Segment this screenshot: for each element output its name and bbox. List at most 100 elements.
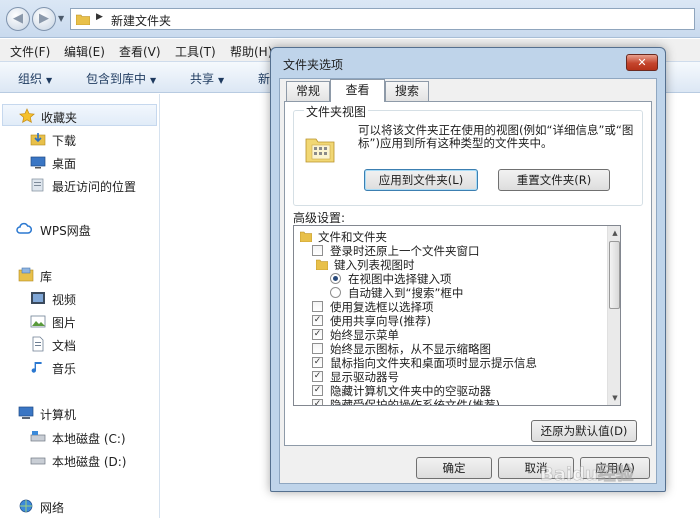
scroll-up-arrow-icon[interactable]: ▲	[608, 226, 620, 240]
library-icon	[18, 267, 34, 282]
advanced-settings-label: 高级设置:	[293, 211, 346, 225]
close-button[interactable]: ✕	[626, 54, 658, 71]
folder-icon	[316, 259, 328, 270]
menu-help[interactable]: 帮助(H)	[230, 43, 272, 60]
nav-music[interactable]: 音乐	[0, 356, 160, 378]
close-icon: ✕	[637, 56, 647, 69]
watermark-text: Baidu经验	[540, 463, 635, 485]
tab-search[interactable]: 搜索	[385, 81, 429, 101]
menu-file[interactable]: 文件(F)	[10, 43, 50, 60]
advanced-setting-label: 文件和文件夹	[318, 230, 387, 244]
nav-local-disk-d[interactable]: 本地磁盘 (D:)	[0, 449, 160, 471]
nav-label: 库	[40, 270, 53, 284]
hard-drive-icon	[30, 431, 46, 442]
folder-views-icon	[305, 138, 335, 163]
nav-network[interactable]: 网络	[0, 495, 160, 517]
arrow-left-icon: ◀	[13, 11, 23, 26]
advanced-settings-list[interactable]: 文件和文件夹 登录时还原上一个文件夹窗口 键入列表视图时 在视图中选择键入项 自动键入到…	[293, 225, 621, 406]
nav-local-disk-c[interactable]: 本地磁盘 (C:)	[0, 426, 160, 448]
forward-button[interactable]: ▶	[32, 7, 56, 31]
advanced-setting-label: 始终显示菜单	[330, 328, 399, 342]
nav-downloads[interactable]: 下载	[0, 128, 160, 150]
checkbox-checked[interactable]: ✓	[312, 329, 323, 340]
checkbox-checked[interactable]: ✓	[312, 357, 323, 368]
advanced-setting-label: 鼠标指向文件夹和桌面项时显示提示信息	[330, 356, 537, 370]
radio-unselected[interactable]	[330, 287, 341, 298]
advanced-setting-label: 在视图中选择键入项	[348, 272, 452, 286]
download-folder-icon	[30, 133, 46, 146]
nav-desktop[interactable]: 桌面	[0, 151, 160, 173]
breadcrumb-current[interactable]: 新建文件夹	[111, 12, 171, 29]
checkbox-unchecked[interactable]	[312, 343, 323, 354]
share-label: 共享	[190, 72, 215, 86]
apply-to-folders-button[interactable]: 应用到文件夹(L)	[364, 169, 478, 191]
desktop-icon	[30, 156, 46, 169]
folder-icon	[300, 231, 312, 242]
nav-label: 视频	[52, 293, 77, 307]
arrow-right-icon: ▶	[39, 11, 49, 26]
nav-label: 本地磁盘 (D:)	[52, 455, 127, 469]
restore-defaults-button[interactable]: 还原为默认值(D)	[531, 420, 637, 442]
hard-drive-icon	[30, 457, 46, 465]
reset-folders-button[interactable]: 重置文件夹(R)	[498, 169, 610, 191]
folder-views-group: 文件夹视图 可以将该文件夹正在使用的视图(例如“详细信息”或“图标”)应用到所有…	[293, 103, 643, 206]
folder-icon	[76, 14, 90, 25]
include-in-library-button[interactable]: 包含到库中 ▼	[86, 70, 156, 87]
new-folder-button[interactable]: 新	[258, 70, 270, 87]
advanced-setting-label: 键入列表视图时	[334, 258, 415, 272]
ok-button[interactable]: 确定	[416, 457, 492, 479]
chevron-down-icon: ▼	[150, 76, 157, 85]
checkbox-checked[interactable]: ✓	[312, 371, 323, 382]
picture-icon	[30, 315, 46, 328]
nav-label: 桌面	[52, 157, 77, 171]
recent-pages-dropdown-icon[interactable]: ▼	[58, 14, 68, 24]
recent-places-icon	[31, 178, 44, 192]
checkbox-checked[interactable]: ✓	[312, 399, 323, 405]
nav-computer[interactable]: 计算机	[0, 402, 160, 424]
checkbox-checked[interactable]: ✓	[312, 315, 323, 326]
organize-button[interactable]: 组织 ▼	[18, 70, 52, 87]
nav-videos[interactable]: 视频	[0, 287, 160, 309]
organize-label: 组织	[18, 72, 43, 86]
network-icon	[19, 499, 33, 513]
scroll-down-arrow-icon[interactable]: ▼	[608, 391, 620, 405]
nav-favorites[interactable]: 收藏夹	[2, 104, 157, 126]
nav-label: 文档	[52, 339, 77, 353]
checkbox-unchecked[interactable]	[312, 245, 323, 256]
vertical-scrollbar[interactable]: ▲ ▼	[607, 226, 620, 405]
address-bar-area: ◀ ▶ ▼ ▶ 新建文件夹	[0, 0, 700, 38]
nav-label: 计算机	[40, 408, 77, 422]
nav-label: 本地磁盘 (C:)	[52, 432, 126, 446]
nav-pictures[interactable]: 图片	[0, 310, 160, 332]
back-button[interactable]: ◀	[6, 7, 30, 31]
nav-documents[interactable]: 文档	[0, 333, 160, 355]
chevron-down-icon: ▼	[46, 76, 53, 85]
folder-views-description: 可以将该文件夹正在使用的视图(例如“详细信息”或“图标”)应用到所有这种类型的文…	[358, 123, 634, 150]
radio-selected[interactable]	[330, 273, 341, 284]
menu-tools[interactable]: 工具(T)	[175, 43, 216, 60]
checkbox-unchecked[interactable]	[312, 301, 323, 312]
nav-recent-places[interactable]: 最近访问的位置	[0, 174, 160, 196]
nav-label: 音乐	[52, 362, 77, 376]
checkbox-checked[interactable]: ✓	[312, 385, 323, 396]
baidu-jingyan-watermark: Baidu经验	[540, 463, 635, 486]
breadcrumb-separator-icon[interactable]: ▶	[96, 12, 103, 22]
tab-general[interactable]: 常规	[286, 81, 330, 101]
nav-label: WPS网盘	[40, 224, 91, 238]
menu-view[interactable]: 查看(V)	[119, 43, 161, 60]
advanced-setting-label: 使用共享向导(推荐)	[330, 314, 431, 328]
tab-view[interactable]: 查看	[330, 79, 385, 102]
cloud-icon	[16, 222, 32, 234]
address-box[interactable]: ▶ 新建文件夹	[70, 8, 695, 30]
nav-libraries[interactable]: 库	[0, 264, 160, 286]
share-button[interactable]: 共享 ▼	[190, 70, 224, 87]
dialog-body: 常规 查看 搜索 文件夹视图 可以将该文件夹正在使用的视图(例如“详细信息”或“…	[279, 78, 657, 484]
nav-wps-drive[interactable]: WPS网盘	[0, 218, 160, 240]
computer-icon	[18, 406, 34, 419]
view-tab-panel: 文件夹视图 可以将该文件夹正在使用的视图(例如“详细信息”或“图标”)应用到所有…	[284, 101, 652, 446]
advanced-setting-label: 显示驱动器号	[330, 370, 399, 384]
document-icon	[32, 336, 44, 352]
scrollbar-thumb[interactable]	[609, 241, 620, 309]
menu-edit[interactable]: 编辑(E)	[64, 43, 105, 60]
navigation-pane: 收藏夹 下载 桌面 最近访问的位置 WPS网盘 库 视频 图片 文档 音乐 计算…	[0, 94, 160, 518]
